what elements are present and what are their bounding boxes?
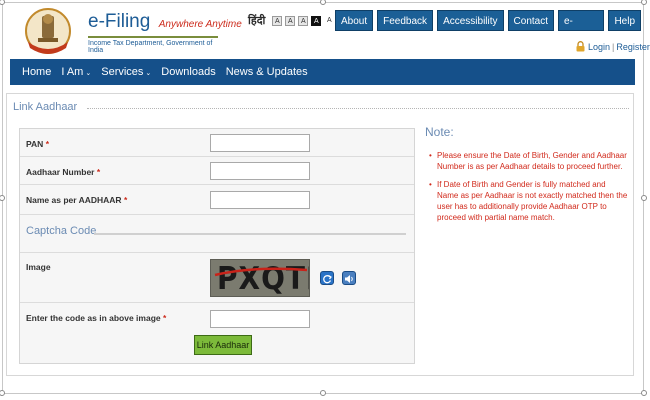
emblem-icon (25, 8, 71, 54)
note-item: Please ensure the Date of Birth, Gender … (429, 150, 629, 172)
captcha-code-label: Enter the code as in above image * (26, 313, 167, 323)
note-title: Note: (425, 125, 454, 139)
note-item: If Date of Birth and Gender is fully mat… (429, 179, 629, 223)
nav-home[interactable]: Home (18, 66, 55, 78)
language-font-controls: हिंदी A A A A A (248, 13, 334, 28)
font-size-increase[interactable]: A (298, 15, 309, 26)
contact-us-button[interactable]: Contact Us (507, 10, 554, 48)
pan-label: PAN * (26, 139, 50, 149)
brand-block: e-Filing Anywhere Anytime Income Tax Dep… (88, 11, 242, 54)
login-link[interactable]: Login (588, 42, 610, 52)
frame-handle-bottom-left (0, 390, 5, 396)
content-panel: Link Aadhaar PAN * Aadhaar Number * Name… (6, 93, 634, 376)
hindi-language-link[interactable]: हिंदी (248, 13, 265, 28)
lock-icon (576, 41, 585, 52)
about-us-button[interactable]: About Us (335, 10, 374, 48)
audio-captcha-icon[interactable] (342, 271, 356, 285)
frame-handle-bottom-center (320, 390, 326, 396)
brand-subtitle: Income Tax Department, Government of Ind… (88, 36, 218, 54)
form-row-pan: PAN * (20, 129, 414, 157)
e-nivaran-button[interactable]: e-Nivaran (558, 10, 605, 48)
name-input[interactable] (210, 191, 310, 209)
captcha-image: PXQTFT (210, 259, 310, 297)
image-label: Image (26, 262, 51, 272)
frame-handle-bottom-right (641, 390, 647, 396)
contrast-dark-toggle[interactable]: A (311, 15, 322, 26)
captcha-image-row: Image PXQTFT (20, 253, 414, 303)
font-size-decrease[interactable]: A (272, 15, 283, 26)
form-row-name: Name as per AADHAAR * (20, 185, 414, 215)
feedback-button[interactable]: Feedback (377, 10, 434, 31)
brand-tagline: Anywhere Anytime (158, 19, 242, 30)
top-navigation: About Us Feedback Accessibility Options … (335, 10, 642, 48)
aadhaar-number-label: Aadhaar Number * (26, 167, 101, 177)
frame-handle-middle-right (641, 195, 647, 201)
captcha-strike-line (214, 267, 308, 277)
nav-news-updates[interactable]: News & Updates (222, 66, 312, 78)
captcha-heading: Captcha Code (26, 225, 97, 237)
link-aadhaar-button[interactable]: Link Aadhaar (194, 335, 252, 355)
help-button[interactable]: Help (608, 10, 642, 31)
site-header: e-Filing Anywhere Anytime Income Tax Dep… (10, 4, 650, 58)
captcha-divider (94, 233, 406, 235)
accessibility-options-button[interactable]: Accessibility Options (437, 10, 504, 48)
title-divider (87, 108, 629, 109)
captcha-code-row: Enter the code as in above image * (20, 303, 414, 331)
chevron-down-icon: ⌄ (145, 70, 152, 77)
aadhaar-number-input[interactable] (210, 162, 310, 180)
font-size-normal[interactable]: A (285, 15, 296, 26)
captcha-code-input[interactable] (210, 310, 310, 328)
chevron-down-icon: ⌄ (85, 70, 92, 77)
nav-services[interactable]: Services ⌄ (97, 66, 155, 78)
account-separator: | (612, 41, 615, 52)
form-row-aadhaar: Aadhaar Number * (20, 157, 414, 185)
pan-input[interactable] (210, 134, 310, 152)
main-navigation: Home I Am ⌄ Services ⌄ Downloads News & Up… (10, 59, 635, 85)
account-links: Login | Register (576, 41, 650, 52)
nav-downloads[interactable]: Downloads (157, 66, 219, 78)
captcha-heading-row: Captcha Code (20, 215, 414, 253)
register-link[interactable]: Register (616, 42, 650, 52)
note-list: Please ensure the Date of Birth, Gender … (429, 150, 629, 230)
page-title: Link Aadhaar (13, 101, 78, 113)
nav-i-am[interactable]: I Am ⌄ (57, 66, 95, 78)
refresh-captcha-icon[interactable] (320, 271, 334, 285)
contrast-light-toggle[interactable]: A (324, 16, 334, 26)
link-aadhaar-form: PAN * Aadhaar Number * Name as per AADHA… (19, 128, 415, 364)
frame-handle-top-right (641, 0, 647, 5)
name-as-per-aadhaar-label: Name as per AADHAAR * (26, 195, 128, 205)
brand-title: e-Filing (88, 11, 151, 32)
